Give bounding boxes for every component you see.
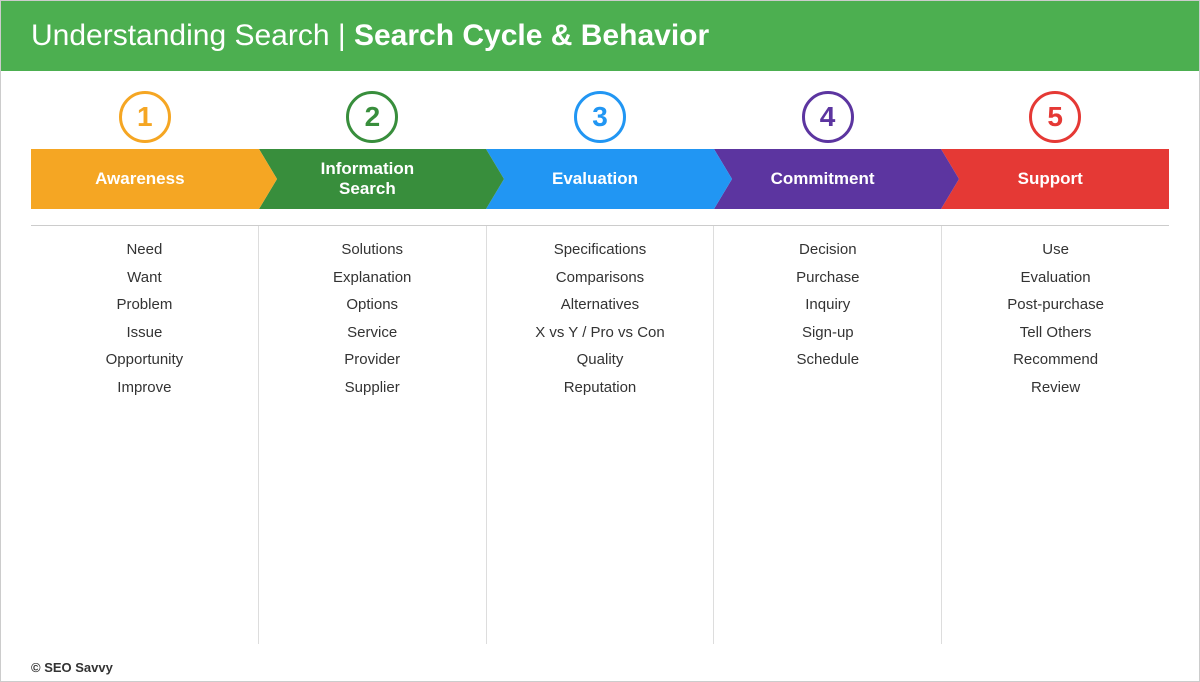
keyword-item: Tell Others bbox=[1020, 323, 1092, 343]
keyword-item: Sign-up bbox=[802, 323, 854, 343]
keyword-item: Inquiry bbox=[805, 295, 850, 315]
step-1-circle: 1 bbox=[119, 91, 171, 143]
main-container: Understanding Search | Search Cycle & Be… bbox=[0, 0, 1200, 682]
step-3-arrow: Evaluation bbox=[486, 149, 714, 209]
keyword-col-1: Need Want Problem Issue Opportunity Improve bbox=[31, 226, 259, 644]
step-5-circle: 5 bbox=[1029, 91, 1081, 143]
keyword-item: Quality bbox=[577, 350, 624, 370]
step-2-arrow: Information Search bbox=[259, 149, 487, 209]
step-2-label: Information Search bbox=[321, 159, 415, 199]
keyword-item: Purchase bbox=[796, 268, 859, 288]
keyword-item: Specifications bbox=[554, 240, 647, 260]
step-1-label: Awareness bbox=[95, 169, 184, 189]
keyword-item: Review bbox=[1031, 378, 1080, 398]
keyword-col-2: Solutions Explanation Options Service Provid… bbox=[259, 226, 487, 644]
step-3-label: Evaluation bbox=[552, 169, 638, 189]
step-2-wrapper: 2 Information Search bbox=[259, 91, 487, 209]
keyword-item: X vs Y / Pro vs Con bbox=[535, 323, 665, 343]
keyword-item: Recommend bbox=[1013, 350, 1098, 370]
step-3-wrapper: 3 Evaluation bbox=[486, 91, 714, 209]
footer: © SEO Savvy bbox=[1, 654, 1199, 681]
keywords-row: Need Want Problem Issue Opportunity Improve So… bbox=[31, 225, 1169, 644]
keyword-item: Comparisons bbox=[556, 268, 644, 288]
keyword-item: Provider bbox=[344, 350, 400, 370]
keyword-item: Want bbox=[127, 268, 161, 288]
keyword-col-4: Decision Purchase Inquiry Sign-up Schedule bbox=[714, 226, 942, 644]
keyword-item: Reputation bbox=[564, 378, 637, 398]
keyword-item: Supplier bbox=[345, 378, 400, 398]
keyword-item: Schedule bbox=[797, 350, 860, 370]
keyword-item: Solutions bbox=[341, 240, 403, 260]
step-4-arrow: Commitment bbox=[714, 149, 942, 209]
step-2-circle: 2 bbox=[346, 91, 398, 143]
keyword-item: Post-purchase bbox=[1007, 295, 1104, 315]
keyword-item: Decision bbox=[799, 240, 857, 260]
header-text-bold: Search Cycle & Behavior bbox=[354, 19, 709, 52]
keyword-item: Problem bbox=[116, 295, 172, 315]
main-content: 1 Awareness 2 Information Search 3 Evaluation… bbox=[1, 71, 1199, 654]
step-1-arrow: Awareness bbox=[31, 149, 259, 209]
keyword-col-5: Use Evaluation Post-purchase Tell Others Rec… bbox=[942, 226, 1169, 644]
keyword-item: Explanation bbox=[333, 268, 411, 288]
keyword-item: Options bbox=[346, 295, 398, 315]
keyword-item: Alternatives bbox=[561, 295, 639, 315]
step-4-circle: 4 bbox=[802, 91, 854, 143]
keyword-item: Service bbox=[347, 323, 397, 343]
keyword-item: Evaluation bbox=[1021, 268, 1091, 288]
step-4-label: Commitment bbox=[771, 169, 875, 189]
keyword-item: Issue bbox=[126, 323, 162, 343]
keyword-item: Improve bbox=[117, 378, 171, 398]
step-5-label: Support bbox=[1018, 169, 1083, 189]
step-4-wrapper: 4 Commitment bbox=[714, 91, 942, 209]
header-text-normal: Understanding Search | bbox=[31, 19, 354, 52]
step-5-wrapper: 5 Support bbox=[941, 91, 1169, 209]
step-5-arrow: Support bbox=[941, 149, 1169, 209]
keyword-col-3: Specifications Comparisons Alternatives X v… bbox=[487, 226, 715, 644]
page-header: Understanding Search | Search Cycle & Be… bbox=[1, 1, 1199, 71]
keyword-item: Opportunity bbox=[106, 350, 184, 370]
steps-row: 1 Awareness 2 Information Search 3 Evaluation… bbox=[31, 91, 1169, 209]
keyword-item: Use bbox=[1042, 240, 1069, 260]
footer-text: © SEO Savvy bbox=[31, 660, 113, 675]
step-3-circle: 3 bbox=[574, 91, 626, 143]
step-1-wrapper: 1 Awareness bbox=[31, 91, 259, 209]
keyword-item: Need bbox=[126, 240, 162, 260]
